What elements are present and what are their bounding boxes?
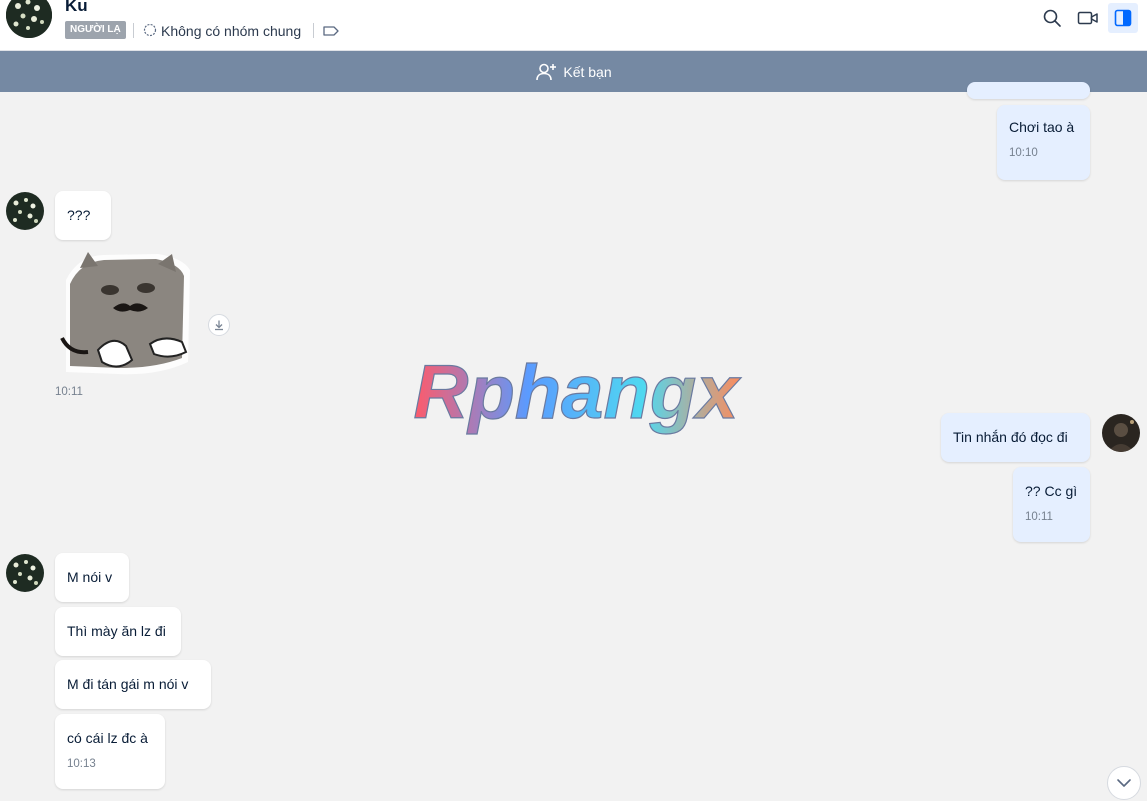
message-bubble[interactable]: Chơi tao à 10:10: [997, 105, 1090, 180]
message-bubble-partial: [967, 82, 1090, 99]
video-call-icon: [1077, 11, 1098, 25]
search-icon: [1043, 9, 1061, 27]
scroll-to-bottom-button[interactable]: [1107, 766, 1141, 800]
download-sticker-button[interactable]: [208, 314, 230, 336]
message-text: M đi tán gái m nói v: [67, 676, 189, 692]
message-bubble[interactable]: M nói v: [55, 553, 129, 602]
chevron-down-icon: [1117, 779, 1131, 787]
watermark-text: Rphangx: [413, 352, 741, 435]
sidebar-toggle-icon: [1114, 9, 1132, 27]
watermark-logo: Rphangx: [413, 352, 742, 436]
download-icon: [215, 320, 223, 331]
tag-icon[interactable]: [322, 24, 340, 38]
message-text: ?? Cc gì: [1025, 483, 1078, 499]
chat-header: Ku NGƯỜI LẠ Không có nhóm chung: [0, 0, 1147, 51]
message-time: 10:11: [1025, 511, 1053, 523]
message-time: 10:10: [1009, 147, 1038, 159]
message-text: M nói v: [67, 569, 113, 585]
message-text: Thì mày ăn lz đi: [67, 623, 166, 639]
divider: [133, 23, 134, 38]
message-text: Tin nhắn đó đọc đi: [953, 429, 1068, 445]
message-text: có cái lz đc à: [67, 730, 148, 746]
message-bubble[interactable]: Tin nhắn đó đọc đi: [941, 413, 1090, 462]
common-groups-label[interactable]: Không có nhóm chung: [161, 23, 301, 39]
contact-avatar[interactable]: [6, 0, 52, 38]
message-text: ???: [67, 207, 91, 223]
sender-avatar[interactable]: [6, 192, 44, 230]
sidebar-toggle-button[interactable]: [1108, 3, 1138, 33]
sender-avatar[interactable]: [6, 554, 44, 592]
message-text: Chơi tao à: [1009, 119, 1075, 135]
contact-name[interactable]: Ku: [65, 0, 88, 16]
message-time: 10:13: [67, 758, 96, 770]
stranger-badge: NGƯỜI LẠ: [65, 21, 126, 39]
my-avatar[interactable]: [1102, 414, 1140, 452]
add-friend-label: Kết bạn: [563, 63, 612, 80]
add-friend-icon: [536, 63, 557, 80]
cat-mustache-sticker[interactable]: [58, 250, 194, 378]
message-bubble[interactable]: Thì mày ăn lz đi: [55, 607, 181, 656]
divider: [313, 23, 314, 38]
message-bubble[interactable]: M đi tán gái m nói v: [55, 660, 211, 709]
message-time: 10:11: [55, 386, 83, 398]
search-button[interactable]: [1037, 3, 1067, 33]
message-bubble[interactable]: có cái lz đc à 10:13: [55, 714, 165, 789]
video-call-button[interactable]: [1073, 3, 1103, 33]
message-bubble[interactable]: ?? Cc gì 10:11: [1013, 467, 1090, 542]
common-group-icon: [143, 23, 157, 37]
message-bubble[interactable]: ???: [55, 191, 111, 240]
